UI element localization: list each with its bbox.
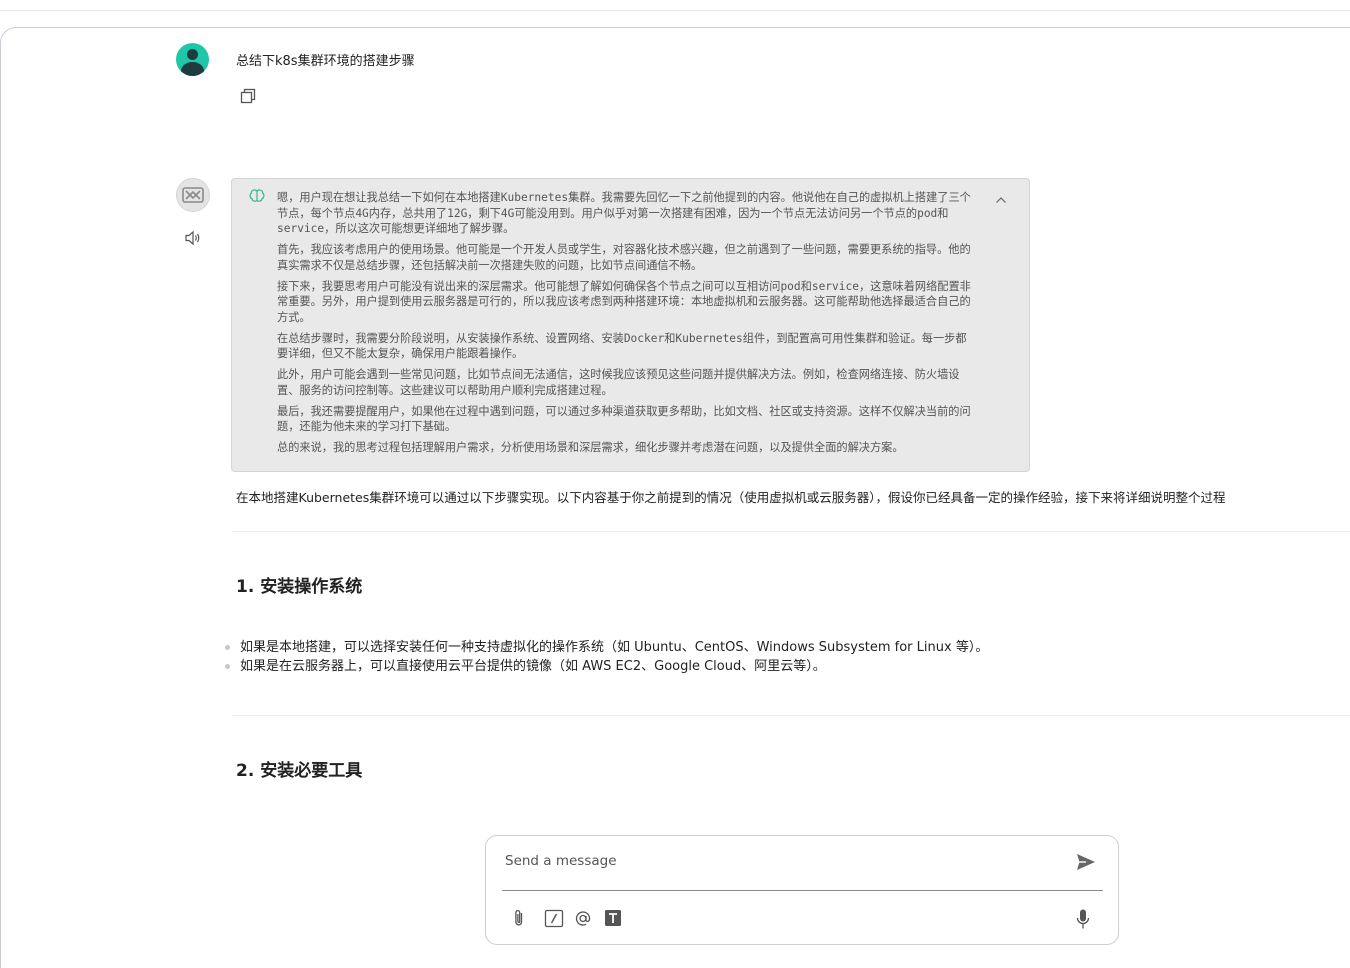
send-icon[interactable] xyxy=(1075,852,1097,876)
thinking-content: 嗯，用户现在想让我总结一下如何在本地搭建Kubernetes集群。我需要先回忆一… xyxy=(277,190,977,461)
user-avatar xyxy=(176,43,209,76)
slash-command-icon[interactable] xyxy=(544,908,564,932)
bullet-list: 如果是本地搭建，可以选择安装任何一种支持虚拟化的操作系统（如 Ubuntu、Ce… xyxy=(224,638,988,676)
list-item: 如果是在云服务器上，可以直接使用云平台提供的镜像（如 AWS EC2、Googl… xyxy=(224,657,988,676)
message-input[interactable] xyxy=(503,848,1047,874)
thinking-paragraph: 嗯，用户现在想让我总结一下如何在本地搭建Kubernetes集群。我需要先回忆一… xyxy=(277,191,971,235)
thinking-paragraph: 在总结步骤时，我需要分阶段说明，从安装操作系统、设置网络、安装Docker和Ku… xyxy=(277,331,967,361)
section-heading: 1. 安装操作系统 xyxy=(236,577,363,597)
brain-icon xyxy=(249,188,265,207)
divider xyxy=(232,531,1350,532)
top-bar xyxy=(0,0,1350,11)
paperclip-icon[interactable] xyxy=(512,908,526,932)
mention-icon[interactable] xyxy=(573,908,593,932)
microphone-icon[interactable] xyxy=(1075,908,1091,934)
thinking-paragraph: 首先，我应该考虑用户的使用场景。他可能是一个开发人员或学生，对容器化技术感兴趣，… xyxy=(277,243,971,272)
divider xyxy=(232,715,1350,716)
message-composer xyxy=(485,835,1119,945)
section-heading: 2. 安装必要工具 xyxy=(236,761,363,781)
thinking-paragraph: 总的来说，我的思考过程包括理解用户需求，分析使用场景和深层需求，细化步骤并考虑潜… xyxy=(277,441,904,454)
answer-intro: 在本地搭建Kubernetes集群环境可以通过以下步骤实现。以下内容基于你之前提… xyxy=(236,490,1226,505)
list-item: 如果是本地搭建，可以选择安装任何一种支持虚拟化的操作系统（如 Ubuntu、Ce… xyxy=(224,638,988,657)
text-format-icon[interactable] xyxy=(604,908,622,932)
thinking-panel: 嗯，用户现在想让我总结一下如何在本地搭建Kubernetes集群。我需要先回忆一… xyxy=(231,178,1030,472)
copy-icon[interactable] xyxy=(239,87,257,105)
bot-avatar xyxy=(176,178,210,212)
thinking-paragraph: 接下来，我要思考用户可能没有说出来的深层需求。他可能想了解如何确保各个节点之间可… xyxy=(277,279,971,324)
chevron-up-icon[interactable] xyxy=(995,189,1007,208)
composer-underline xyxy=(502,890,1103,891)
thinking-paragraph: 此外，用户可能会遇到一些常见问题，比如节点间无法通信，这时候我应该预见这些问题并… xyxy=(277,368,960,397)
thinking-paragraph: 最后，我还需要提醒用户，如果他在过程中遇到问题，可以通过多种渠道获取更多帮助，比… xyxy=(277,404,971,434)
user-message-text: 总结下k8s集群环境的搭建步骤 xyxy=(236,54,415,69)
speaker-icon[interactable] xyxy=(184,230,202,250)
